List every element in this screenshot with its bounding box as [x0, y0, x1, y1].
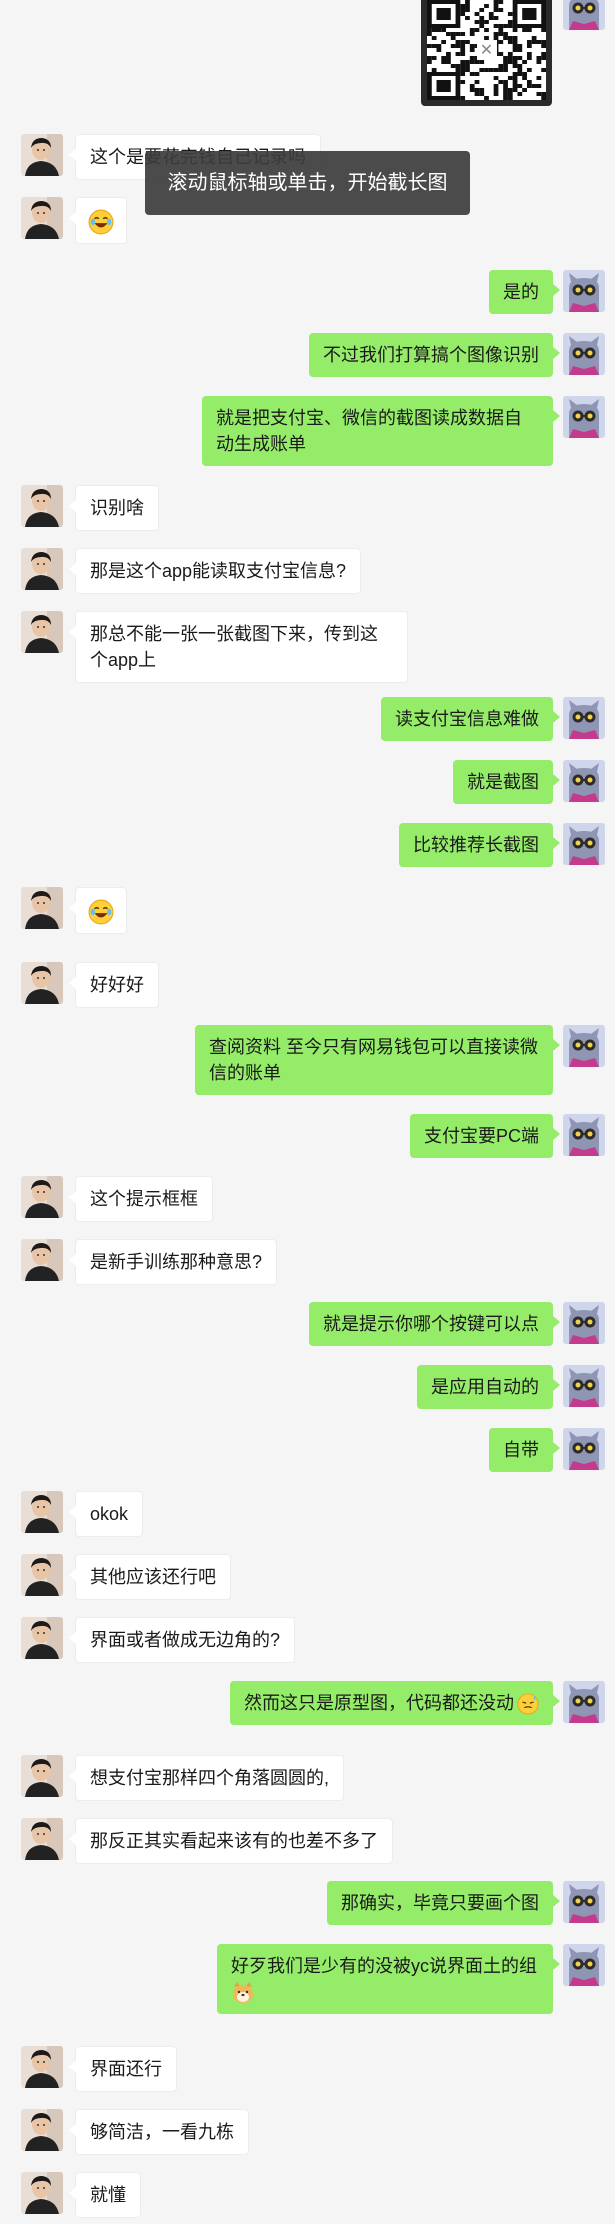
sent-message-bubble[interactable]: 自带	[489, 1428, 560, 1472]
doge-emoji-icon	[231, 1982, 255, 2004]
screenshot-tooltip: 滚动鼠标轴或单击，开始截长图	[145, 151, 470, 215]
message-text: 够简洁，一看九栋	[90, 2122, 234, 2142]
received-message-bubble[interactable]: 界面还行	[69, 2046, 177, 2092]
message-text: 自带	[503, 1440, 539, 1460]
my-avatar[interactable]	[563, 333, 605, 375]
message-text: 就懂	[90, 2185, 126, 2205]
message-text: 其他应该还行吧	[90, 1567, 216, 1587]
contact-avatar[interactable]	[21, 2172, 63, 2214]
message-text: 然而这只是原型图，代码都还没动	[244, 1693, 514, 1713]
message-text: 那总不能一张一张截图下来，传到这个app上	[90, 624, 378, 670]
received-message-bubble[interactable]: 那反正其实看起来该有的也差不多了	[69, 1818, 393, 1864]
contact-avatar[interactable]	[21, 1554, 63, 1596]
sent-message-bubble[interactable]: 比较推荐长截图	[399, 823, 560, 867]
message-text: 那是这个app能读取支付宝信息?	[90, 561, 347, 581]
my-avatar[interactable]	[563, 1681, 605, 1723]
message-text: 这个提示框框	[90, 1189, 198, 1209]
my-avatar[interactable]	[563, 0, 605, 30]
sent-message-bubble[interactable]: 就是提示你哪个按键可以点	[309, 1302, 560, 1346]
my-avatar[interactable]	[563, 760, 605, 802]
my-avatar[interactable]	[563, 1428, 605, 1470]
contact-avatar[interactable]	[21, 1239, 63, 1281]
received-message-bubble[interactable]: 想支付宝那样四个角落圆圆的,	[69, 1755, 344, 1801]
sent-message-bubble[interactable]: 好歹我们是少有的没被yc说界面土的组	[217, 1944, 560, 2015]
sweat-emoji-icon	[517, 1693, 539, 1715]
message-text: 那确实，毕竟只要画个图	[341, 1893, 539, 1913]
my-avatar[interactable]	[563, 396, 605, 438]
sent-message-bubble[interactable]: 就是截图	[453, 760, 560, 804]
contact-avatar[interactable]	[21, 2046, 63, 2088]
contact-avatar[interactable]	[21, 887, 63, 929]
contact-avatar[interactable]	[21, 611, 63, 653]
message-text: 识别啥	[90, 498, 144, 518]
sent-message-bubble[interactable]: 查阅资料 至今只有网易钱包可以直接读微信的账单	[195, 1025, 560, 1095]
received-message-bubble[interactable]	[69, 197, 127, 245]
contact-avatar[interactable]	[21, 2109, 63, 2151]
message-text: 好歹我们是少有的没被yc说界面土的组	[231, 1956, 537, 1976]
message-text: 好好好	[90, 975, 144, 995]
message-text: 想支付宝那样四个角落圆圆的,	[90, 1768, 329, 1788]
message-text: 那反正其实看起来该有的也差不多了	[90, 1831, 378, 1851]
contact-avatar[interactable]	[21, 485, 63, 527]
received-message-bubble[interactable]: 好好好	[69, 962, 159, 1008]
message-text: 支付宝要PC端	[423, 1126, 539, 1146]
received-message-bubble[interactable]: 够简洁，一看九栋	[69, 2109, 249, 2155]
my-avatar[interactable]	[563, 1944, 605, 1986]
contact-avatar[interactable]	[21, 134, 63, 176]
message-text: 是应用自动的	[431, 1377, 539, 1397]
sent-message-bubble[interactable]: 然而这只是原型图，代码都还没动	[230, 1681, 560, 1725]
sent-message-bubble[interactable]: 读支付宝信息难做	[381, 697, 560, 741]
received-message-bubble[interactable]: 其他应该还行吧	[69, 1554, 231, 1600]
message-text: 读支付宝信息难做	[395, 709, 539, 729]
received-message-bubble[interactable]: okok	[68, 1491, 144, 1537]
message-text: 不过我们打算搞个图像识别	[323, 345, 539, 365]
sent-message-bubble[interactable]: 支付宝要PC端	[409, 1114, 561, 1158]
sent-message-bubble[interactable]: 是应用自动的	[417, 1365, 560, 1409]
contact-avatar[interactable]	[21, 197, 63, 239]
my-avatar[interactable]	[563, 1114, 605, 1156]
contact-avatar[interactable]	[21, 1755, 63, 1797]
message-text: 界面还行	[90, 2059, 162, 2079]
contact-avatar[interactable]	[21, 548, 63, 590]
received-message-bubble[interactable]: 识别啥	[69, 485, 159, 531]
sent-message-bubble[interactable]: 是的	[489, 270, 560, 314]
contact-avatar[interactable]	[21, 1491, 63, 1533]
message-text: 就是提示你哪个按键可以点	[323, 1314, 539, 1334]
contact-avatar[interactable]	[21, 1818, 63, 1860]
received-message-bubble[interactable]: 这个提示框框	[69, 1176, 213, 1222]
received-message-bubble[interactable]: 那是这个app能读取支付宝信息?	[68, 548, 362, 594]
my-avatar[interactable]	[563, 1365, 605, 1407]
contact-avatar[interactable]	[21, 962, 63, 1004]
sent-message-bubble[interactable]: 那确实，毕竟只要画个图	[327, 1881, 560, 1925]
my-avatar[interactable]	[563, 1025, 605, 1067]
contact-avatar[interactable]	[21, 1617, 63, 1659]
received-message-bubble[interactable]: 就懂	[69, 2172, 141, 2218]
my-avatar[interactable]	[563, 1881, 605, 1923]
message-text: 比较推荐长截图	[413, 835, 539, 855]
message-text: 就是把支付宝、微信的截图读成数据自动生成账单	[216, 408, 522, 454]
message-text: 查阅资料 至今只有网易钱包可以直接读微信的账单	[209, 1037, 538, 1083]
qr-code-image[interactable]: ✕	[421, 0, 552, 106]
received-message-bubble[interactable]: 界面或者做成无边角的?	[68, 1617, 296, 1663]
my-avatar[interactable]	[563, 270, 605, 312]
laughing-emoji-icon	[88, 898, 114, 925]
received-message-bubble[interactable]: 是新手训练那种意思?	[68, 1239, 278, 1285]
laughing-emoji-icon	[88, 208, 114, 235]
contact-avatar[interactable]	[21, 1176, 63, 1218]
chat-history: ✕ 这个是要花完钱自己记录吗 是的	[0, 0, 615, 2224]
my-avatar[interactable]	[563, 1302, 605, 1344]
my-avatar[interactable]	[563, 697, 605, 739]
sent-message-bubble[interactable]: 就是把支付宝、微信的截图读成数据自动生成账单	[202, 396, 560, 466]
received-message-bubble[interactable]: 那总不能一张一张截图下来，传到这个app上	[69, 611, 408, 683]
my-avatar[interactable]	[563, 823, 605, 865]
message-text: 是新手训练那种意思?	[90, 1252, 263, 1272]
message-text: okok	[90, 1504, 129, 1524]
received-message-bubble[interactable]	[69, 887, 127, 935]
message-text: 界面或者做成无边角的?	[90, 1630, 281, 1650]
sent-message-bubble[interactable]: 不过我们打算搞个图像识别	[309, 333, 560, 377]
message-text: 是的	[503, 282, 539, 302]
message-text: 就是截图	[467, 772, 539, 792]
close-icon: ✕	[476, 40, 497, 60]
